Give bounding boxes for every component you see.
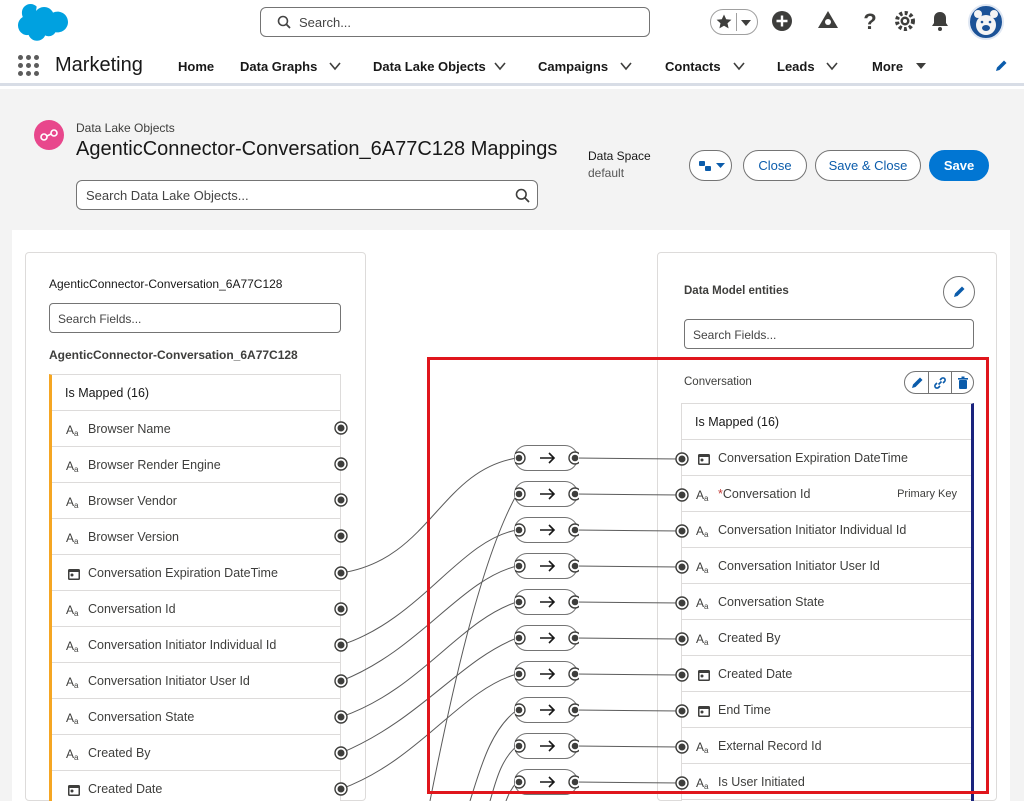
mapping-connector-line (574, 493, 682, 496)
mapping-connector-line (340, 529, 518, 646)
mapping-connector-line (574, 637, 682, 640)
arrow-right-icon (512, 667, 582, 681)
target-handle-icon[interactable] (674, 487, 690, 503)
source-handle-icon[interactable] (333, 420, 349, 436)
mapping-connector-line (489, 745, 518, 801)
mapping-connector-line (574, 457, 682, 460)
source-handle-icon[interactable] (333, 565, 349, 581)
mapping-connector-line (574, 529, 682, 532)
arrow-right-icon (512, 631, 582, 645)
transform-pill[interactable] (512, 445, 582, 471)
arrow-right-icon (512, 559, 582, 573)
source-handle-icon[interactable] (333, 528, 349, 544)
arrow-right-icon (512, 487, 582, 501)
source-handle-icon[interactable] (333, 637, 349, 653)
mapping-connector-line (340, 637, 518, 754)
mapping-connector-line (574, 673, 682, 676)
mapping-connector-line (574, 601, 682, 604)
mapping-connector-line (574, 781, 682, 784)
transform-pill[interactable] (512, 481, 582, 507)
mapping-connector-line (340, 601, 518, 718)
target-handle-icon[interactable] (674, 559, 690, 575)
target-handle-icon[interactable] (674, 631, 690, 647)
arrow-right-icon (512, 523, 582, 537)
arrow-right-icon (512, 775, 582, 789)
target-handle-icon[interactable] (674, 775, 690, 791)
target-handle-icon[interactable] (674, 739, 690, 755)
arrow-right-icon (512, 451, 582, 465)
mapping-connectors (340, 457, 682, 801)
target-handle-icon[interactable] (674, 703, 690, 719)
transform-pill[interactable] (512, 553, 582, 579)
mapping-connector-line (429, 493, 518, 801)
source-handle-icon[interactable] (333, 709, 349, 725)
source-handle-icon[interactable] (333, 601, 349, 617)
target-handle-icon[interactable] (674, 667, 690, 683)
mapping-connector-line (574, 565, 682, 568)
transform-pill[interactable] (512, 517, 582, 543)
mapping-connector-line (574, 709, 682, 712)
source-handle-icon[interactable] (333, 456, 349, 472)
source-handle-icon[interactable] (333, 492, 349, 508)
mapping-connector-line (574, 745, 682, 748)
source-handle-icon[interactable] (333, 781, 349, 797)
target-handle-icon[interactable] (674, 595, 690, 611)
transform-pill[interactable] (512, 697, 582, 723)
transform-pill[interactable] (512, 733, 582, 759)
arrow-right-icon (512, 595, 582, 609)
source-handle-icon[interactable] (333, 673, 349, 689)
mapping-connector-line (340, 565, 518, 682)
transform-pill[interactable] (512, 769, 582, 795)
target-handle-icon[interactable] (674, 523, 690, 539)
transform-pill[interactable] (512, 625, 582, 651)
mapping-connector-line (340, 673, 518, 790)
transform-pill[interactable] (512, 589, 582, 615)
mapping-connector-line (469, 709, 518, 801)
source-handle-icon[interactable] (333, 745, 349, 761)
target-handle-icon[interactable] (674, 451, 690, 467)
arrow-right-icon (512, 703, 582, 717)
arrow-right-icon (512, 739, 582, 753)
transform-pill[interactable] (512, 661, 582, 687)
